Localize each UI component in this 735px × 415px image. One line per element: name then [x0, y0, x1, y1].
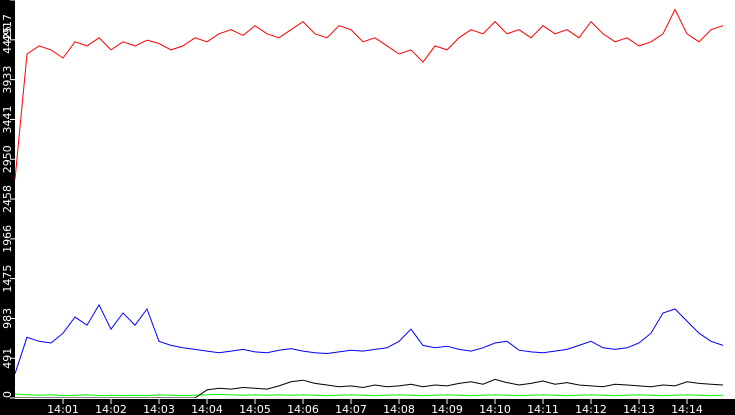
y-tick-label: 491	[1, 348, 14, 369]
x-tick-label: 14:03	[143, 403, 175, 415]
chart: 0 491 983 1475 1966 2458 2950 3441 3933 4425 4917 …	[0, 0, 735, 415]
y-tick-label: 983	[1, 308, 14, 329]
x-tick-label: 14:12	[575, 403, 607, 415]
x-tick-label: 14:08	[383, 403, 415, 415]
plot-area	[15, 0, 735, 398]
y-tick-label: 3933	[1, 66, 14, 94]
chart-svg: 049198314751966245829503441393344254917 …	[1, 0, 735, 415]
x-tick-label: 14:06	[287, 403, 319, 415]
x-tick-label: 14:05	[239, 403, 271, 415]
x-tick-label: 14:13	[623, 403, 655, 415]
y-tick-label: 1475	[1, 265, 14, 293]
x-tick-label: 14:10	[479, 403, 511, 415]
x-tick-label: 14:01	[47, 403, 79, 415]
y-tick-label: 0	[1, 391, 14, 398]
x-tick-label: 14:09	[431, 403, 463, 415]
x-tick-label: 14:11	[527, 403, 559, 415]
y-tick-label: 2950	[1, 145, 14, 173]
x-tick-label: 14:02	[95, 403, 127, 415]
x-tick-label: 14:14	[671, 403, 703, 415]
x-tick-label: 14:07	[335, 403, 367, 415]
y-tick-label: 3441	[1, 105, 14, 133]
y-tick-label: 1966	[1, 225, 14, 253]
y-tick-label: 2458	[1, 185, 14, 213]
x-tick-label: 14:04	[191, 403, 223, 415]
y-tick-label: 4917	[1, 14, 14, 42]
